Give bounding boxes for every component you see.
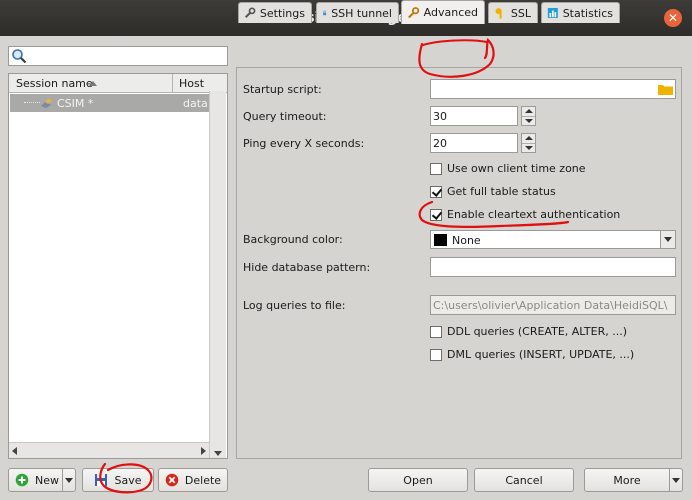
color-swatch — [434, 234, 447, 246]
background-color-select[interactable]: None — [430, 230, 676, 249]
checkbox-box[interactable] — [430, 208, 442, 221]
session-name: CSIM * — [57, 97, 94, 110]
new-button[interactable]: New — [8, 468, 66, 492]
checkbox-box[interactable] — [430, 185, 442, 198]
tab-settings[interactable]: Settings — [238, 2, 312, 23]
search-icon — [12, 49, 27, 64]
checkbox-box[interactable] — [430, 348, 442, 361]
scroll-down-icon[interactable] — [214, 451, 222, 456]
startup-script-input[interactable] — [430, 79, 676, 99]
open-button[interactable]: Open — [368, 468, 468, 492]
scroll-right-icon[interactable] — [201, 447, 206, 455]
ping-interval-label: Ping every X seconds: — [243, 137, 365, 150]
query-timeout-stepper[interactable] — [521, 106, 536, 126]
query-timeout-label: Query timeout: — [243, 110, 327, 123]
ping-interval-input[interactable]: 20 — [430, 133, 518, 153]
sort-ascending-icon — [89, 81, 97, 86]
own-timezone-checkbox[interactable]: Use own client time zone — [430, 162, 586, 175]
column-host[interactable]: Host — [179, 77, 204, 90]
decrement-icon[interactable] — [525, 119, 533, 123]
hide-database-label: Hide database pattern: — [243, 261, 371, 274]
checkbox-box[interactable] — [430, 162, 442, 175]
log-queries-label: Log queries to file: — [243, 299, 346, 312]
column-session-name[interactable]: Session name — [9, 74, 173, 93]
vertical-scrollbar[interactable] — [209, 91, 226, 458]
new-dropdown-button[interactable] — [62, 468, 76, 492]
dml-queries-checkbox[interactable]: DML queries (INSERT, UPDATE, ...) — [430, 348, 634, 361]
search-input[interactable] — [29, 48, 225, 64]
tree-header: Session name Host — [9, 74, 227, 93]
increment-icon[interactable] — [525, 109, 533, 113]
close-icon[interactable]: ✕ — [664, 9, 682, 27]
tree-connector — [24, 102, 40, 103]
more-button[interactable]: More — [584, 468, 670, 492]
key-icon — [495, 8, 502, 19]
decrement-icon[interactable] — [525, 146, 533, 150]
bar-chart-icon — [547, 7, 558, 19]
ddl-queries-checkbox[interactable]: DDL queries (CREATE, ALTER, ...) — [430, 325, 627, 338]
scroll-left-icon[interactable] — [12, 447, 17, 455]
tab-statistics[interactable]: Statistics — [541, 2, 620, 23]
delete-button[interactable]: Delete — [158, 468, 228, 492]
tab-advanced[interactable]: Advanced — [401, 0, 485, 24]
session-tree[interactable]: Session name Host CSIM * data... — [8, 73, 228, 459]
hide-database-input[interactable] — [430, 257, 676, 277]
save-button[interactable]: Save — [82, 468, 154, 492]
delete-icon — [165, 473, 179, 487]
cancel-button[interactable]: Cancel — [474, 468, 574, 492]
plus-icon — [15, 473, 29, 487]
more-dropdown-button[interactable] — [669, 468, 683, 492]
cleartext-auth-checkbox[interactable]: Enable cleartext authentication — [430, 208, 620, 221]
chevron-down-icon[interactable] — [660, 231, 675, 248]
checkbox-box[interactable] — [430, 325, 442, 338]
floppy-disk-icon — [95, 474, 108, 486]
increment-icon[interactable] — [525, 136, 533, 140]
folder-icon[interactable] — [658, 83, 673, 95]
session-row[interactable]: CSIM * data... — [10, 94, 226, 112]
background-color-label: Background color: — [243, 233, 343, 246]
ping-interval-stepper[interactable] — [521, 133, 536, 153]
lock-icon — [323, 10, 327, 16]
full-table-status-checkbox[interactable]: Get full table status — [430, 185, 556, 198]
horizontal-scrollbar[interactable] — [9, 442, 209, 458]
startup-script-label: Startup script: — [243, 83, 322, 96]
session-filter[interactable] — [8, 46, 228, 66]
tab-ssh-tunnel[interactable]: SSH tunnel — [316, 2, 399, 23]
server-icon — [41, 98, 52, 108]
tab-ssl[interactable]: SSL — [488, 2, 538, 23]
wrench-icon — [244, 7, 256, 18]
query-timeout-input[interactable]: 30 — [430, 106, 518, 126]
wrench-advanced-icon — [408, 6, 420, 18]
log-file-input[interactable]: C:\users\olivier\Application Data\HeidiS… — [430, 295, 676, 315]
